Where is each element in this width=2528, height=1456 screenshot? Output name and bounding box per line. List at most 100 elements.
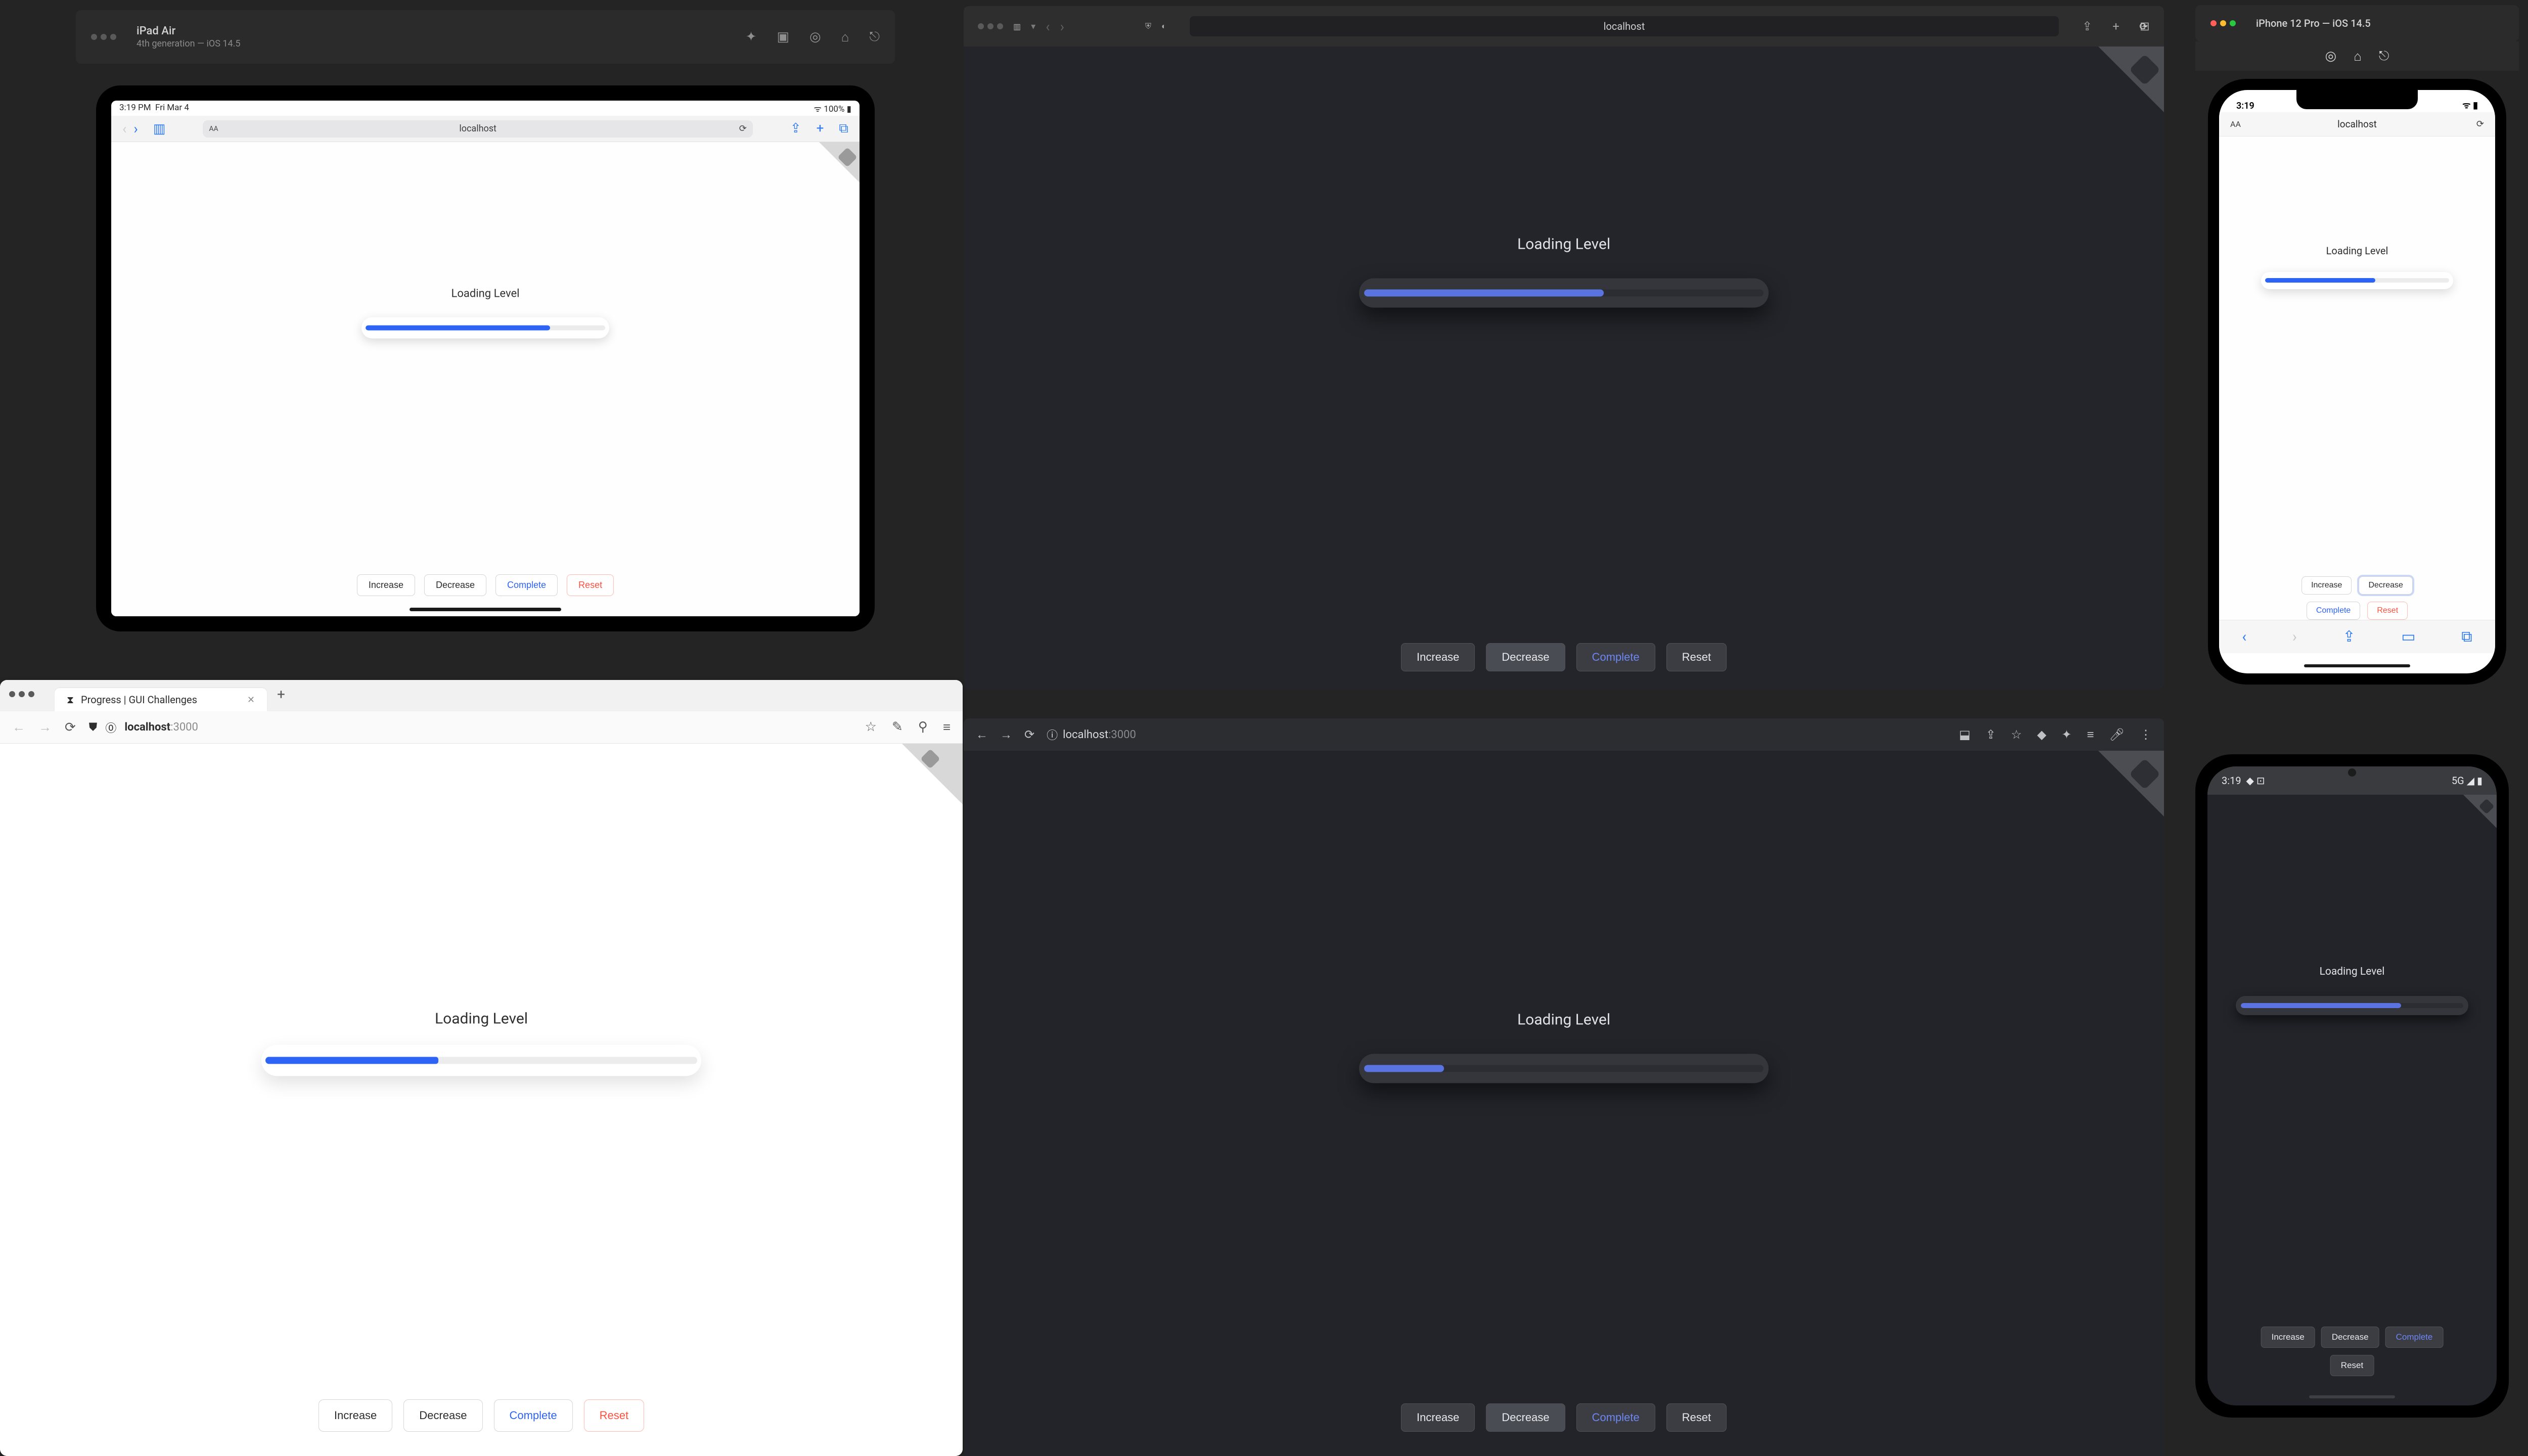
share-icon[interactable]: ⇪ (2082, 19, 2092, 33)
increase-button[interactable]: Increase (2261, 1327, 2315, 1348)
forward-icon[interactable]: › (133, 120, 138, 137)
screenshot-icon[interactable]: ◎ (2325, 49, 2337, 64)
minimize-dot-icon[interactable] (19, 691, 25, 697)
new-tab-icon[interactable]: + (277, 686, 285, 703)
home-icon[interactable]: ⌂ (841, 29, 849, 45)
url-field[interactable]: ⓘ localhost:3000 (1047, 726, 1136, 743)
complete-button[interactable]: Complete (1576, 1403, 1655, 1432)
window-controls[interactable] (2210, 20, 2236, 26)
minimize-dot-icon[interactable] (2220, 20, 2226, 26)
capture-icon[interactable]: ▣ (777, 29, 789, 45)
ipad-sim-titlebar[interactable]: iPad Air 4th generation — iOS 14.5 ✦ ▣ ◎… (76, 10, 895, 64)
increase-button[interactable]: Increase (1401, 1403, 1475, 1432)
close-dot-icon[interactable] (9, 691, 15, 697)
star-icon[interactable]: ☆ (865, 719, 877, 735)
reset-button[interactable]: Reset (1666, 643, 1727, 671)
back-icon[interactable]: ← (12, 719, 25, 735)
decrease-button[interactable]: Decrease (424, 574, 486, 596)
reload-icon[interactable]: ⟳ (739, 123, 747, 134)
complete-button[interactable]: Complete (2307, 602, 2360, 620)
record-icon[interactable]: ◎ (809, 29, 821, 45)
safari-titlebar[interactable]: ▥ ▾ ‹ › ⛨ ◐ localhost ⟳ ⇪ + ⊞ (964, 6, 2164, 47)
browser-tab[interactable]: ⧗ Progress | GUI Challenges ✕ (55, 688, 267, 711)
visbug-fold-icon[interactable] (2463, 795, 2497, 828)
reset-button[interactable]: Reset (2367, 602, 2408, 620)
reset-button[interactable]: Reset (1666, 1403, 1727, 1432)
share-icon[interactable]: ⇪ (2343, 628, 2356, 646)
reload-icon[interactable]: ⟳ (2139, 20, 2148, 32)
reload-icon[interactable]: ⟳ (1024, 727, 1034, 742)
install-icon[interactable]: ⬓ (1959, 727, 1971, 742)
brush-icon[interactable]: ✎ (892, 719, 903, 735)
chevron-down-icon[interactable]: ▾ (1031, 21, 1035, 32)
mic-icon[interactable]: 🎤︎ (2109, 727, 2125, 742)
window-controls[interactable] (978, 23, 1003, 29)
rotate-icon[interactable]: ⎋ (869, 29, 880, 45)
share-icon[interactable]: ⇪ (790, 121, 801, 136)
tabs-icon[interactable]: ⧉ (839, 121, 848, 136)
puzzle-icon[interactable]: ✦ (2061, 727, 2071, 742)
complete-button[interactable]: Complete (1576, 643, 1655, 671)
forward-icon[interactable]: › (2292, 628, 2297, 646)
info-icon[interactable]: ⓘ (1047, 726, 1058, 743)
menu-icon[interactable]: ≡ (943, 719, 951, 735)
home-indicator[interactable] (410, 608, 561, 611)
zoom-dot-icon[interactable] (997, 23, 1003, 29)
increase-button[interactable]: Increase (357, 574, 415, 596)
zoom-dot-icon[interactable] (28, 691, 34, 697)
sidebar-icon[interactable]: ▥ (153, 121, 166, 136)
decrease-button[interactable]: Decrease (1486, 643, 1565, 671)
visbug-fold-icon[interactable] (2098, 47, 2164, 112)
iphone-sim-titlebar[interactable]: iPhone 12 Pro — iOS 14.5 (2195, 5, 2519, 41)
url-field[interactable]: AA localhost ⟳ (203, 120, 752, 138)
extension-icon[interactable]: ◆ (2037, 727, 2046, 742)
close-dot-icon[interactable] (2210, 20, 2217, 26)
decrease-button[interactable]: Decrease (2359, 576, 2412, 595)
forward-icon[interactable]: → (1000, 727, 1012, 742)
home-indicator[interactable] (2304, 664, 2410, 667)
visbug-fold-icon[interactable] (902, 744, 963, 804)
sidebar-icon[interactable]: ▥ (1013, 22, 1021, 31)
menu-icon[interactable]: ⋮ (2140, 727, 2152, 742)
reset-button[interactable]: Reset (567, 574, 614, 596)
bookmarks-icon[interactable]: ▭ (2401, 628, 2415, 646)
zoom-dot-icon[interactable] (2230, 20, 2236, 26)
key-icon[interactable]: ⚲ (918, 719, 928, 735)
close-tab-icon[interactable]: ✕ (247, 695, 255, 705)
reload-icon[interactable]: ⟳ (2476, 119, 2484, 129)
new-tab-icon[interactable]: + (2112, 19, 2119, 33)
close-dot-icon[interactable] (91, 34, 97, 40)
window-controls[interactable] (91, 34, 116, 40)
forward-icon[interactable]: → (38, 719, 52, 735)
close-dot-icon[interactable] (978, 23, 984, 29)
text-size-icon[interactable]: AA (209, 125, 218, 133)
increase-button[interactable]: Increase (319, 1399, 392, 1432)
screenshot-icon[interactable]: ✦ (746, 29, 757, 45)
shield-icon[interactable]: ⛊ (89, 721, 98, 734)
window-controls[interactable] (9, 691, 34, 697)
complete-button[interactable]: Complete (2385, 1327, 2444, 1348)
new-tab-icon[interactable]: + (817, 121, 824, 136)
minimize-dot-icon[interactable] (987, 23, 994, 29)
increase-button[interactable]: Increase (1401, 643, 1475, 671)
decrease-button[interactable]: Decrease (2321, 1327, 2379, 1348)
contrast-icon[interactable]: ◐ (1161, 21, 1166, 31)
back-icon[interactable]: ‹ (2242, 628, 2246, 646)
visbug-fold-icon[interactable] (819, 142, 860, 183)
zoom-dot-icon[interactable] (110, 34, 116, 40)
decrease-button[interactable]: Decrease (1486, 1403, 1565, 1432)
share-icon[interactable]: ⇪ (1985, 727, 1996, 742)
forward-icon[interactable]: › (1060, 18, 1064, 35)
rotate-icon[interactable]: ⎋ (2379, 49, 2389, 64)
star-icon[interactable]: ☆ (2011, 727, 2022, 742)
increase-button[interactable]: Increase (2301, 576, 2352, 595)
url-field[interactable]: ⛊ 🄋 localhost:3000 (89, 719, 852, 736)
reading-icon[interactable]: ≡ (2087, 727, 2094, 742)
shield-icon[interactable]: ⛨ (1145, 21, 1151, 31)
back-icon[interactable]: ‹ (1046, 18, 1050, 35)
text-size-icon[interactable]: AA (2230, 119, 2241, 129)
complete-button[interactable]: Complete (493, 1399, 572, 1432)
home-icon[interactable]: ⌂ (2354, 49, 2362, 64)
complete-button[interactable]: Complete (495, 574, 558, 596)
reset-button[interactable]: Reset (584, 1399, 644, 1432)
